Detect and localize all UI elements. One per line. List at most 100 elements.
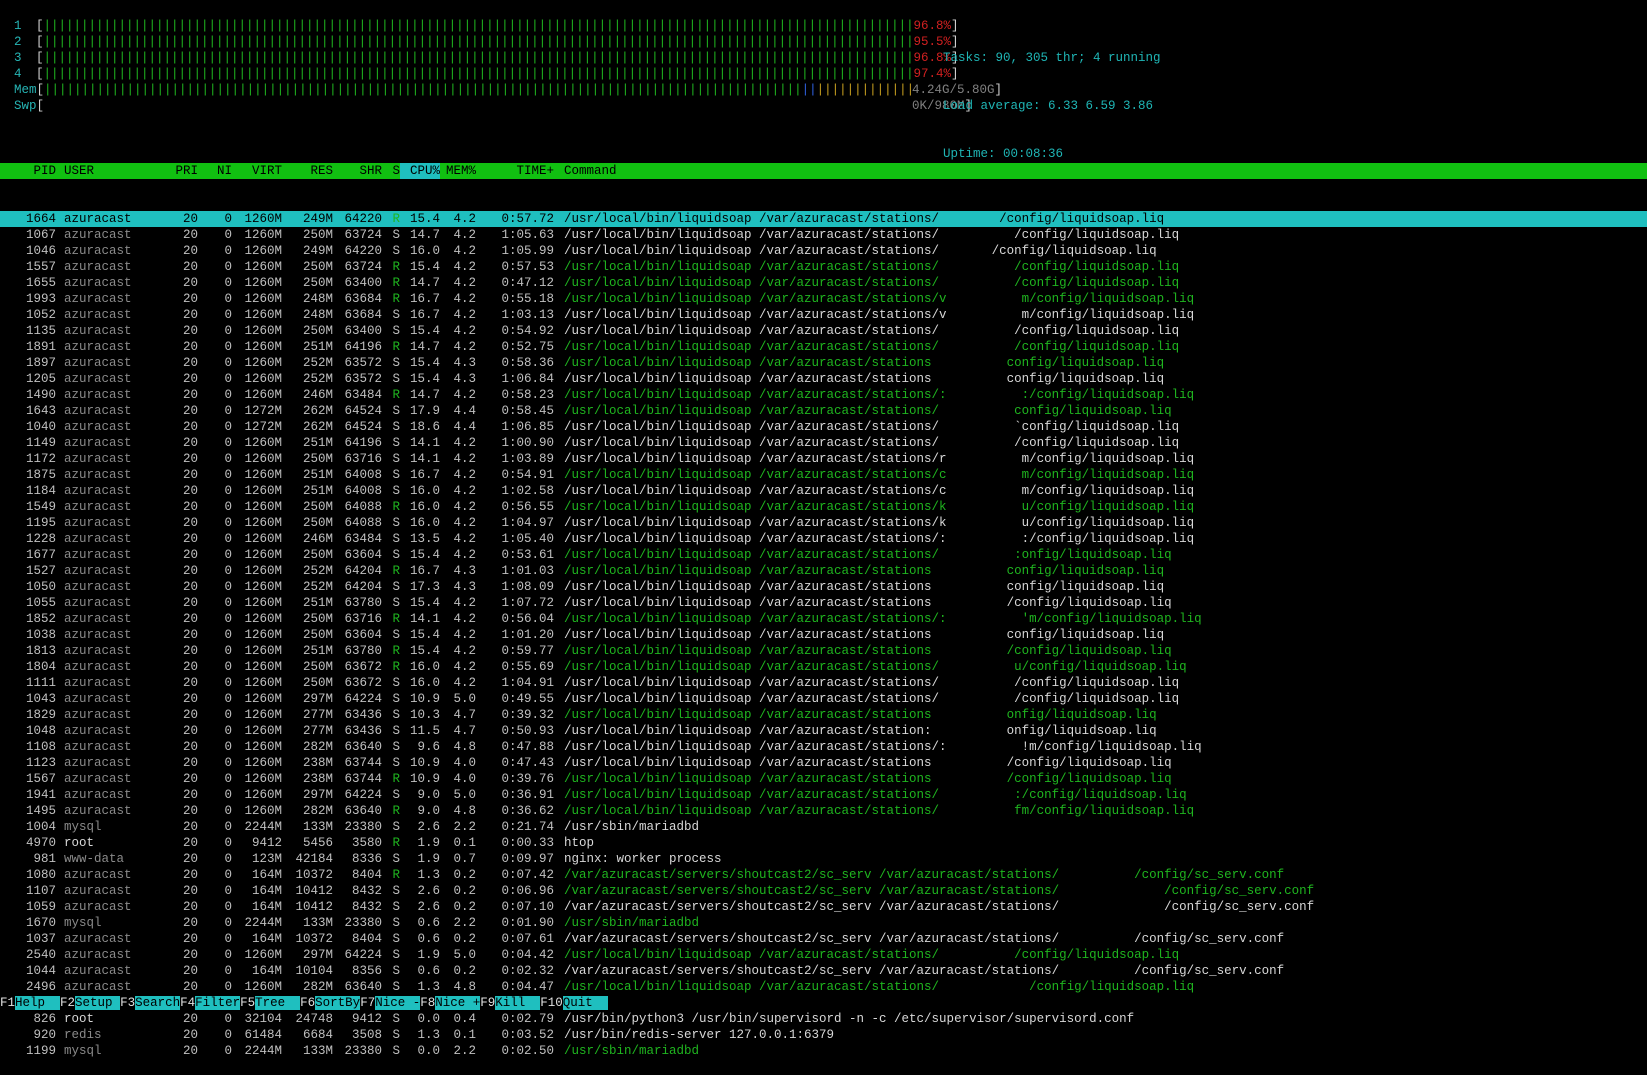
table-row[interactable]: 1664 azuracast 20 0 1260M 249M 64220 R 15.4 4.2 0:…	[0, 211, 1647, 227]
table-row[interactable]: 1052 azuracast 20 0 1260M 248M 63684 S 16.7 4.2 1:…	[0, 307, 1647, 323]
fkey-f5[interactable]: F5Tree	[240, 995, 301, 1011]
table-row[interactable]: 2496 azuracast 20 0 1260M 282M 63640 S 1.3 4.8 0:0…	[0, 979, 1647, 995]
cell-virt: 1260M	[244, 708, 282, 722]
table-row[interactable]: 1495 azuracast 20 0 1260M 282M 63640 R 9.0 4.8 0:3…	[0, 803, 1647, 819]
col-res[interactable]: RES	[282, 163, 333, 179]
cell-pri: 20	[182, 868, 198, 882]
table-row[interactable]: 1050 azuracast 20 0 1260M 252M 64204 S 17.3 4.3 1:…	[0, 579, 1647, 595]
table-row[interactable]: 1037 azuracast 20 0 164M 10372 8404 S 0.6 0.2 0:07…	[0, 931, 1647, 947]
fkey-f10[interactable]: F10Quit	[540, 995, 608, 1011]
cell-command: /usr/local/bin/liquidsoap /var/azuracast…	[564, 692, 1180, 706]
col-time[interactable]: TIME+	[476, 163, 554, 179]
table-row[interactable]: 1149 azuracast 20 0 1260M 251M 64196 S 14.1 4.2 1:…	[0, 435, 1647, 451]
cell-user: azuracast	[64, 484, 132, 498]
table-row[interactable]: 1195 azuracast 20 0 1260M 250M 64088 S 16.0 4.2 1:…	[0, 515, 1647, 531]
table-row[interactable]: 2540 azuracast 20 0 1260M 297M 64224 S 1.9 5.0 0:0…	[0, 947, 1647, 963]
col-pid[interactable]: PID	[0, 163, 56, 179]
col-virt[interactable]: VIRT	[232, 163, 282, 179]
cell-state: R	[392, 212, 400, 226]
cell-user: azuracast	[64, 868, 132, 882]
table-row[interactable]: 1527 azuracast 20 0 1260M 252M 64204 R 16.7 4.3 1:…	[0, 563, 1647, 579]
table-row[interactable]: 1135 azuracast 20 0 1260M 250M 63400 S 15.4 4.2 0:…	[0, 323, 1647, 339]
table-row[interactable]: 1655 azuracast 20 0 1260M 250M 63400 R 14.7 4.2 0:…	[0, 275, 1647, 291]
cell-time: 0:54.91	[501, 468, 554, 482]
fkey-f2[interactable]: F2Setup	[60, 995, 121, 1011]
cell-cpu: 14.7	[409, 228, 440, 242]
cell-command: /usr/local/bin/liquidsoap /var/azuracast…	[564, 596, 1172, 610]
col-mem[interactable]: MEM%	[440, 163, 476, 179]
table-row[interactable]: 1813 azuracast 20 0 1260M 251M 63780 R 15.4 4.2 0:…	[0, 643, 1647, 659]
table-row[interactable]: 1993 azuracast 20 0 1260M 248M 63684 R 16.7 4.2 0:…	[0, 291, 1647, 307]
table-row[interactable]: 1107 azuracast 20 0 164M 10412 8432 S 2.6 0.2 0:06…	[0, 883, 1647, 899]
function-key-bar: F1Help F2Setup F3Search F4Filter F5Tree F6…	[0, 995, 1647, 1011]
cell-mem: 4.2	[453, 308, 476, 322]
cell-ni: 0	[224, 580, 232, 594]
cell-cpu: 15.4	[409, 596, 440, 610]
cell-pri: 20	[182, 948, 198, 962]
table-row[interactable]: 1004 mysql 20 0 2244M 133M 23380 S 2.6 2.2 0:21.74…	[0, 819, 1647, 835]
table-row[interactable]: 1228 azuracast 20 0 1260M 246M 63484 S 13.5 4.2 1:…	[0, 531, 1647, 547]
fkey-f4[interactable]: F4Filter	[180, 995, 241, 1011]
table-row[interactable]: 1941 azuracast 20 0 1260M 297M 64224 S 9.0 5.0 0:3…	[0, 787, 1647, 803]
fkey-f3[interactable]: F3Search	[120, 995, 181, 1011]
table-row[interactable]: 1046 azuracast 20 0 1260M 249M 64220 S 16.0 4.2 1:…	[0, 243, 1647, 259]
table-row[interactable]: 1875 azuracast 20 0 1260M 251M 64008 S 16.7 4.2 0:…	[0, 467, 1647, 483]
fkey-key: F6	[300, 996, 316, 1010]
table-row[interactable]: 1804 azuracast 20 0 1260M 250M 63672 R 16.0 4.2 0:…	[0, 659, 1647, 675]
table-row[interactable]: 1040 azuracast 20 0 1272M 262M 64524 S 18.6 4.4 1:…	[0, 419, 1647, 435]
table-row[interactable]: 1067 azuracast 20 0 1260M 250M 63724 S 14.7 4.2 1:…	[0, 227, 1647, 243]
cell-state: S	[392, 916, 400, 930]
fkey-f1[interactable]: F1Help	[0, 995, 61, 1011]
cell-time: 1:02.58	[501, 484, 554, 498]
col-cpu[interactable]: CPU%	[400, 163, 440, 179]
table-row[interactable]: 1891 azuracast 20 0 1260M 251M 64196 R 14.7 4.2 0:…	[0, 339, 1647, 355]
table-row[interactable]: 981 www-data 20 0 123M 42184 8336 S 1.9 0.7 0:09.9…	[0, 851, 1647, 867]
fkey-f8[interactable]: F8Nice +	[420, 995, 481, 1011]
col-ni[interactable]: NI	[198, 163, 232, 179]
table-row[interactable]: 1080 azuracast 20 0 164M 10372 8404 R 1.3 0.2 0:07…	[0, 867, 1647, 883]
col-shr[interactable]: SHR	[333, 163, 382, 179]
table-row[interactable]: 4970 root 20 0 9412 5456 3580 R 1.9 0.1 0:00.33 hto…	[0, 835, 1647, 851]
table-row[interactable]: 1897 azuracast 20 0 1260M 252M 63572 S 15.4 4.3 0:…	[0, 355, 1647, 371]
cell-res: 10372	[295, 932, 333, 946]
table-row[interactable]: 1108 azuracast 20 0 1260M 282M 63640 S 9.6 4.8 0:4…	[0, 739, 1647, 755]
table-row[interactable]: 826 root 20 0 32104 24748 9412 S 0.0 0.4 0:02.79/u…	[0, 1011, 1647, 1027]
table-row[interactable]: 1111 azuracast 20 0 1260M 250M 63672 S 16.0 4.2 1:…	[0, 675, 1647, 691]
table-row[interactable]: 1048 azuracast 20 0 1260M 277M 63436 S 11.5 4.7 0:…	[0, 723, 1647, 739]
col-state[interactable]: S	[382, 163, 400, 179]
fkey-f9[interactable]: F9Kill	[480, 995, 541, 1011]
col-pri[interactable]: PRI	[156, 163, 198, 179]
table-row[interactable]: 1044 azuracast 20 0 164M 10104 8356 S 0.6 0.2 0:02…	[0, 963, 1647, 979]
col-user[interactable]: USER	[56, 163, 156, 179]
cell-virt: 164M	[251, 884, 282, 898]
table-row[interactable]: 920 redis 20 0 61484 6684 3508 S 1.3 0.1 0:03.52/u…	[0, 1027, 1647, 1043]
table-row[interactable]: 1677 azuracast 20 0 1260M 250M 63604 S 15.4 4.2 0:…	[0, 547, 1647, 563]
table-row[interactable]: 1199 mysql 20 0 2244M 133M 23380 S 0.0 2.2 0:02.50…	[0, 1043, 1647, 1059]
table-header[interactable]: PID USER PRI NI VIRT RES SHR S CPU% MEM%…	[0, 163, 1647, 179]
table-row[interactable]: 1643 azuracast 20 0 1272M 262M 64524 S 17.9 4.4 0:…	[0, 403, 1647, 419]
table-row[interactable]: 1557 azuracast 20 0 1260M 250M 63724 R 15.4 4.2 0:…	[0, 259, 1647, 275]
table-row[interactable]: 1852 azuracast 20 0 1260M 250M 63716 R 14.1 4.2 0:…	[0, 611, 1647, 627]
table-row[interactable]: 1567 azuracast 20 0 1260M 238M 63744 R 10.9 4.0 0:…	[0, 771, 1647, 787]
cell-user: azuracast	[64, 532, 132, 546]
cell-cpu: 16.0	[409, 676, 440, 690]
table-row[interactable]: 1184 azuracast 20 0 1260M 251M 64008 S 16.0 4.2 1:…	[0, 483, 1647, 499]
cell-ni: 0	[224, 1028, 232, 1042]
col-command[interactable]: Command	[554, 163, 1647, 179]
table-row[interactable]: 1172 azuracast 20 0 1260M 250M 63716 S 14.1 4.2 1:…	[0, 451, 1647, 467]
table-row[interactable]: 1123 azuracast 20 0 1260M 238M 63744 S 10.9 4.0 0:…	[0, 755, 1647, 771]
table-row[interactable]: 1055 azuracast 20 0 1260M 251M 63780 S 15.4 4.2 1:…	[0, 595, 1647, 611]
table-row[interactable]: 1059 azuracast 20 0 164M 10412 8432 S 2.6 0.2 0:07…	[0, 899, 1647, 915]
cell-shr: 3508	[351, 1028, 382, 1042]
table-row[interactable]: 1549 azuracast 20 0 1260M 250M 64088 R 16.0 4.2 0:…	[0, 499, 1647, 515]
table-row[interactable]: 1490 azuracast 20 0 1260M 246M 63484 R 14.7 4.2 0:…	[0, 387, 1647, 403]
table-row[interactable]: 1829 azuracast 20 0 1260M 277M 63436 S 10.3 4.7 0:…	[0, 707, 1647, 723]
table-row[interactable]: 1205 azuracast 20 0 1260M 252M 63572 S 15.4 4.3 1:…	[0, 371, 1647, 387]
table-row[interactable]: 1038 azuracast 20 0 1260M 250M 63604 S 15.4 4.2 1:…	[0, 627, 1647, 643]
cell-ni: 0	[224, 228, 232, 242]
fkey-f7[interactable]: F7Nice -	[360, 995, 421, 1011]
table-row[interactable]: 1043 azuracast 20 0 1260M 297M 64224 S 10.9 5.0 0:…	[0, 691, 1647, 707]
cell-state: S	[392, 740, 400, 754]
fkey-f6[interactable]: F6SortBy	[300, 995, 361, 1011]
table-row[interactable]: 1670 mysql 20 0 2244M 133M 23380 S 0.6 2.2 0:01.90…	[0, 915, 1647, 931]
